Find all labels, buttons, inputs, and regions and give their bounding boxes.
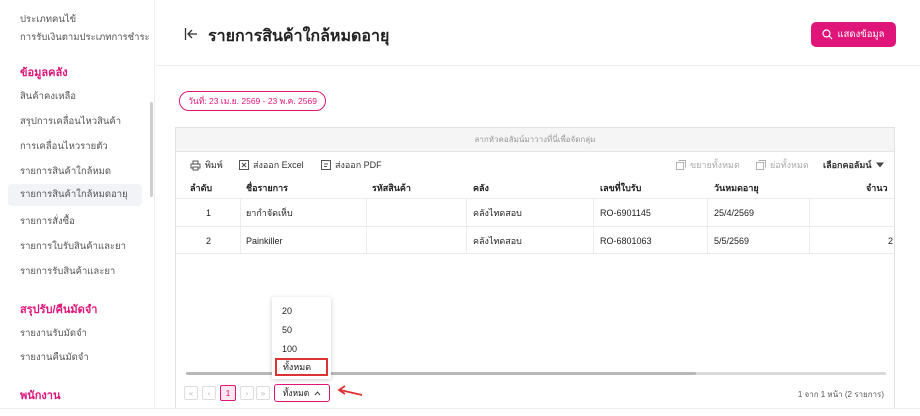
show-data-label: แสดงข้อมูล	[837, 29, 885, 40]
collapse-all-label: ย่อทั้งหมด	[770, 160, 809, 170]
excel-icon	[239, 160, 249, 170]
page-info: 1 จาก 1 หน้า (2 รายการ)	[797, 390, 884, 399]
expand-all-button[interactable]: ขยายทั้งหมด	[676, 158, 740, 172]
sidebar-item-item-movement[interactable]: การเคลื่อนไหวรายตัว	[20, 139, 108, 154]
pdf-icon	[321, 160, 331, 170]
page-size-option-50[interactable]: 50	[272, 321, 331, 339]
cell-receipt: RO-6801063	[600, 236, 652, 246]
collapse-all-button[interactable]: ย่อทั้งหมด	[756, 158, 809, 172]
cell-warehouse: คลังไทดสอบ	[473, 208, 522, 218]
cell-expiry: 25/4/2569	[714, 208, 755, 218]
page-header: รายการสินค้าใกล้หมดอายุ แสดงข้อมูล	[156, 0, 920, 66]
next-page-button[interactable]: ›	[240, 386, 254, 400]
column-divider	[366, 198, 367, 254]
sidebar-section-staff: พนักงาน	[20, 390, 61, 402]
page-size-option-100[interactable]: 100	[272, 340, 331, 358]
search-icon	[822, 29, 833, 40]
print-label: พิมพ์	[205, 160, 223, 170]
collapse-left-icon[interactable]	[184, 27, 198, 41]
sidebar-item-near-expiry[interactable]: รายการสินค้าใกล้หมดอายุ	[8, 184, 142, 206]
cell-name: Painkiller	[246, 236, 283, 246]
page-size-value: ทั้งหมด	[282, 388, 310, 398]
export-excel-label: ส่งออก Excel	[253, 160, 304, 170]
table-row[interactable]: 1 ยากำจัดเห็บ คลังไทดสอบ RO-6901145 25/4…	[176, 198, 894, 226]
first-page-button[interactable]: «	[184, 386, 198, 400]
chevron-up-icon	[314, 390, 321, 395]
column-header-warehouse[interactable]: คลัง	[473, 178, 489, 198]
sidebar-item-movement-summary[interactable]: สรุปการเคลื่อนไหวสินค้า	[20, 114, 121, 129]
table-row[interactable]: 2 Painkiller คลังไทดสอบ RO-6801063 5/5/2…	[176, 226, 894, 254]
sidebar-item-patient-type[interactable]: ประเภทคนไข้	[20, 12, 76, 27]
column-divider	[809, 198, 810, 254]
column-header-no[interactable]: ลำดับ	[190, 178, 212, 198]
column-header-name[interactable]: ชื่อรายการ	[246, 178, 288, 198]
sidebar-section-deposit: สรุปรับ/คืนมัดจำ	[20, 304, 98, 316]
expand-icon	[676, 160, 686, 170]
page-title: รายการสินค้าใกล้หมดอายุ	[208, 28, 390, 45]
printer-icon	[190, 160, 201, 170]
export-pdf-label: ส่งออก PDF	[335, 160, 382, 170]
cell-warehouse: คลังไทดสอบ	[473, 236, 522, 246]
export-pdf-button[interactable]: ส่งออก PDF	[321, 158, 382, 172]
choose-columns-button[interactable]: เลือกคอลัมน์	[823, 158, 885, 172]
choose-columns-label: เลือกคอลัมน์	[823, 160, 872, 170]
print-button[interactable]: พิมพ์	[190, 158, 223, 172]
cell-expiry: 5/5/2569	[714, 236, 750, 246]
sidebar-section-inventory: ข้อมูลคลัง	[20, 67, 68, 79]
column-divider	[240, 198, 241, 254]
column-header-expiry[interactable]: วันหมดอายุ	[714, 178, 759, 198]
column-divider	[593, 198, 594, 254]
page-size-option-all[interactable]: ทั้งหมด	[275, 358, 328, 376]
cell-no: 1	[206, 208, 212, 218]
show-data-button[interactable]: แสดงข้อมูล	[811, 22, 896, 47]
sidebar-item-payment-type[interactable]: การรับเงินตามประเภทการชำระ	[20, 30, 150, 45]
export-excel-button[interactable]: ส่งออก Excel	[239, 158, 304, 172]
page-size-select[interactable]: ทั้งหมด	[274, 384, 330, 402]
cell-qty: 2	[888, 236, 894, 246]
footer	[0, 408, 920, 416]
sidebar-item-received-goods[interactable]: รายการรับสินค้าและยา	[20, 264, 115, 279]
column-header-code[interactable]: รหัสสินค้า	[372, 178, 411, 198]
column-divider	[466, 198, 467, 254]
sidebar: ประเภทคนไข้ การรับเงินตามประเภทการชำระ ข…	[0, 0, 155, 408]
sidebar-scrollbar[interactable]	[150, 102, 153, 197]
prev-page-button[interactable]: ‹	[202, 386, 216, 400]
page-size-dropdown: 20 50 100 ทั้งหมด	[272, 297, 331, 379]
column-header-row: ลำดับ ชื่อรายการ รหัสสินค้า คลัง เลขที่ใ…	[176, 178, 894, 198]
sidebar-item-stock[interactable]: สินค้าคงเหลือ	[20, 89, 76, 104]
sidebar-item-receipts[interactable]: รายการใบรับสินค้าและยา	[20, 239, 126, 254]
column-header-qty[interactable]: จำนว	[866, 178, 888, 198]
current-page-button[interactable]: 1	[220, 385, 236, 401]
cell-no: 2	[206, 236, 212, 246]
scrollbar-thumb[interactable]	[186, 372, 696, 375]
sidebar-cut-item	[20, 0, 130, 4]
red-arrow-annotation	[337, 385, 363, 396]
column-header-receipt[interactable]: เลขที่ใบรับ	[600, 178, 641, 198]
collapse-icon	[756, 160, 766, 170]
sidebar-item-deposit-received[interactable]: รายงานรับมัดจำ	[20, 326, 87, 341]
cell-receipt: RO-6901145	[600, 208, 651, 218]
sidebar-item-low-stock[interactable]: รายการสินค้าใกล้หมด	[20, 164, 111, 179]
sidebar-item-purchase-orders[interactable]: รายการสั่งซื้อ	[20, 214, 75, 229]
column-divider	[707, 198, 708, 254]
caret-down-icon	[876, 162, 885, 168]
page-size-option-20[interactable]: 20	[272, 302, 331, 320]
group-panel[interactable]: ลากหัวคอลัมน์มาวางที่นี่เพื่อจัดกลุ่ม	[176, 128, 894, 152]
date-range-pill[interactable]: วันที่: 23 เม.ย. 2569 - 23 พ.ค. 2569	[179, 91, 326, 111]
last-page-button[interactable]: »	[256, 386, 270, 400]
sidebar-item-deposit-returned[interactable]: รายงานคืนมัดจำ	[20, 350, 89, 365]
expand-all-label: ขยายทั้งหมด	[690, 160, 740, 170]
grid-toolbar: พิมพ์ ส่งออก Excel ส่งออก PDF ขยายทั้งหม…	[176, 154, 894, 176]
cell-name: ยากำจัดเห็บ	[246, 208, 293, 218]
